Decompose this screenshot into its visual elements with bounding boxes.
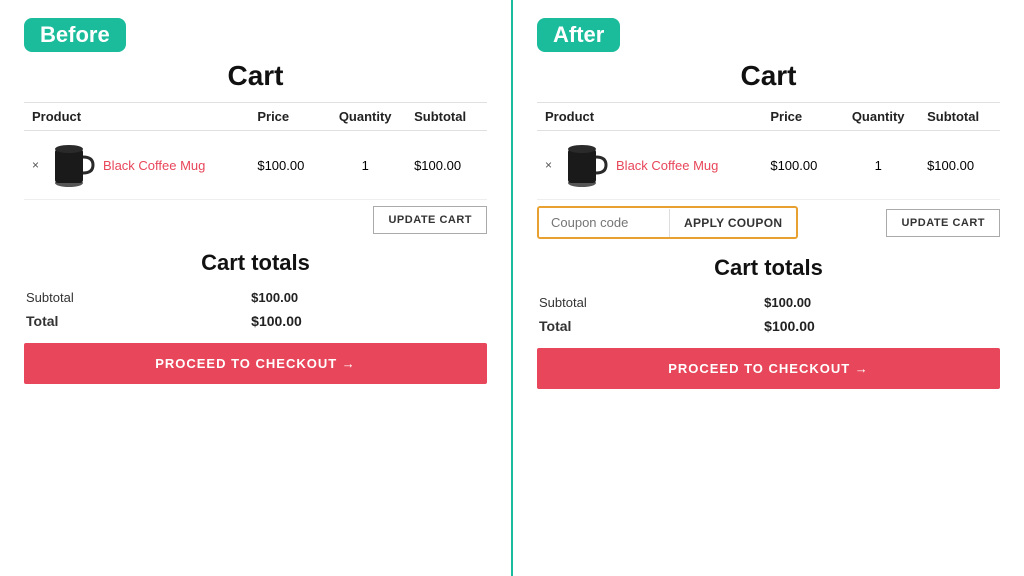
before-totals-table: Subtotal $100.00 Total $100.00	[24, 286, 487, 333]
before-total-row: Total $100.00	[24, 309, 487, 333]
before-cart-totals: Cart totals Subtotal $100.00 Total $100.…	[24, 250, 487, 384]
before-update-cart-button[interactable]: UPDATE CART	[373, 206, 487, 234]
before-price-cell: $100.00	[249, 131, 324, 200]
before-total-value: $100.00	[249, 309, 487, 333]
before-col-product: Product	[24, 103, 249, 131]
after-subtotal-cell: $100.00	[919, 131, 1000, 200]
before-total-label: Total	[24, 309, 249, 333]
before-subtotal-label: Subtotal	[24, 286, 249, 309]
before-subtotal-value: $100.00	[249, 286, 487, 309]
coupon-input[interactable]	[539, 208, 669, 237]
after-total-row: Total $100.00	[537, 314, 1000, 338]
after-panel: After Cart Product Price Quantity Subtot…	[513, 0, 1024, 576]
after-subtotal-row: Subtotal $100.00	[537, 291, 1000, 314]
before-subtotal-cell: $100.00	[406, 131, 487, 200]
after-subtotal-value: $100.00	[762, 291, 1000, 314]
before-checkout-button[interactable]: PROCEED TO CHECKOUT →	[24, 343, 487, 384]
before-product-link[interactable]: Black Coffee Mug	[103, 158, 205, 173]
after-col-subtotal: Subtotal	[919, 103, 1000, 131]
after-totals-table: Subtotal $100.00 Total $100.00	[537, 291, 1000, 338]
after-cart-totals-title: Cart totals	[537, 255, 1000, 281]
after-product-cell: × Black Coffee Mug	[537, 131, 762, 200]
after-cart-totals: Cart totals Subtotal $100.00 Total $100.…	[537, 255, 1000, 389]
before-subtotal-row: Subtotal $100.00	[24, 286, 487, 309]
after-update-cart-button[interactable]: UPDATE CART	[886, 209, 1000, 237]
after-total-value: $100.00	[762, 314, 1000, 338]
after-cart-title: Cart	[537, 60, 1000, 92]
before-remove-icon[interactable]: ×	[32, 158, 39, 172]
before-col-quantity: Quantity	[324, 103, 406, 131]
after-cart-table: Product Price Quantity Subtotal ×	[537, 102, 1000, 200]
before-quantity-cell: 1	[324, 131, 406, 200]
before-col-price: Price	[249, 103, 324, 131]
before-badge: Before	[24, 18, 126, 52]
after-cart-row: × Black Coffee Mug $100.00 1 $100.00	[537, 131, 1000, 200]
after-col-product: Product	[537, 103, 762, 131]
before-cart-table: Product Price Quantity Subtotal ×	[24, 102, 487, 200]
before-cart-totals-title: Cart totals	[24, 250, 487, 276]
before-product-image	[47, 139, 95, 191]
after-col-quantity: Quantity	[837, 103, 919, 131]
before-col-subtotal: Subtotal	[406, 103, 487, 131]
after-subtotal-label: Subtotal	[537, 291, 762, 314]
after-badge: After	[537, 18, 620, 52]
after-product-link[interactable]: Black Coffee Mug	[616, 158, 718, 173]
coupon-section: APPLY COUPON	[537, 206, 798, 239]
apply-coupon-button[interactable]: APPLY COUPON	[669, 209, 796, 237]
after-col-price: Price	[762, 103, 837, 131]
after-quantity-cell: 1	[837, 131, 919, 200]
after-checkout-button[interactable]: PROCEED TO CHECKOUT →	[537, 348, 1000, 389]
after-table-actions: APPLY COUPON UPDATE CART	[537, 206, 1000, 239]
before-product-cell: × Black Coffee Mug	[24, 131, 249, 200]
before-panel: Before Cart Product Price Quantity Subto…	[0, 0, 513, 576]
before-cart-row: × Black Coffee Mug $100.00 1 $100.00	[24, 131, 487, 200]
before-table-actions: UPDATE CART	[24, 206, 487, 234]
after-total-label: Total	[537, 314, 762, 338]
after-remove-icon[interactable]: ×	[545, 158, 552, 172]
before-cart-title: Cart	[24, 60, 487, 92]
after-price-cell: $100.00	[762, 131, 837, 200]
after-product-image	[560, 139, 608, 191]
